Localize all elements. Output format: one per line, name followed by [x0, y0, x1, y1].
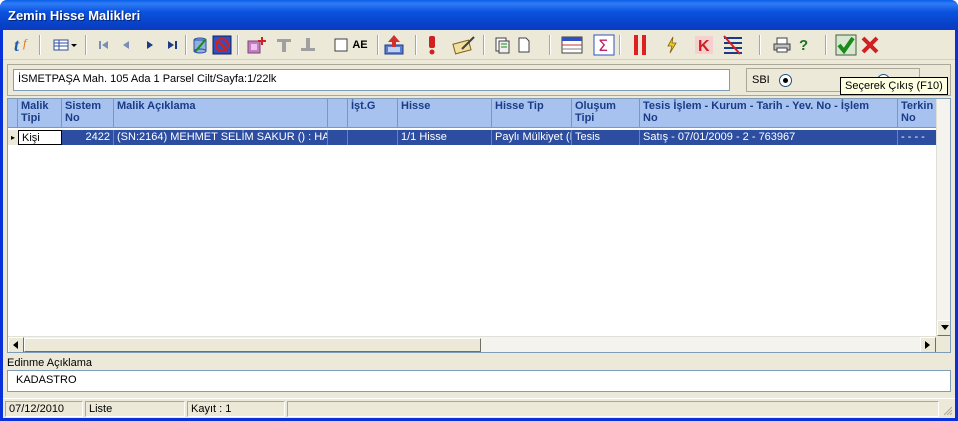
column-a-icon[interactable] [273, 34, 295, 56]
lightning-icon[interactable] [661, 34, 683, 56]
header-hisse-tip[interactable]: Hisse Tip [492, 99, 572, 128]
edit-icon[interactable] [451, 34, 477, 56]
header-hisse-label: Hisse [401, 100, 431, 112]
title-bar[interactable]: Zemin Hisse Malikleri [0, 0, 958, 30]
edinme-label: Edinme Açıklama [7, 357, 92, 369]
status-count: Kayıt : 1 [187, 401, 285, 417]
client-area: tf AE Σ K ? İSMETPAŞA Mah. 105 Ada 1 Par… [3, 30, 955, 418]
horizontal-scrollbar[interactable] [8, 336, 936, 352]
grid-menu-icon[interactable] [51, 34, 79, 56]
header-malik-tipi-label: Malik Tipi [21, 100, 49, 124]
database-icon[interactable] [189, 34, 211, 56]
cell-hisse-tip[interactable]: Paylı Mülkiyet (M [492, 130, 572, 145]
help-label: ? [799, 37, 808, 54]
page-icon[interactable] [513, 34, 535, 56]
header-hisse[interactable]: Hisse [398, 99, 492, 128]
parcel-panel: İSMETPAŞA Mah. 105 Ada 1 Parsel Cilt/Say… [7, 64, 951, 96]
first-record-icon[interactable] [93, 34, 115, 56]
column-b-icon[interactable] [297, 34, 319, 56]
status-empty-panel [287, 401, 939, 417]
cell-blank[interactable] [328, 130, 348, 145]
main-window: Zemin Hisse Malikleri tf AE Σ K ? İSMETP… [0, 0, 958, 421]
status-date: 07/12/2010 [5, 401, 83, 417]
vertical-scrollbar[interactable] [936, 99, 950, 336]
prev-record-icon[interactable] [115, 34, 137, 56]
owners-grid[interactable]: Malik Tipi Sistem No Malik Açıklama İşt.… [7, 98, 951, 353]
cell-malik-aciklama[interactable]: (SN:2164) MEHMET SELİM SAKUR () : HAC [114, 130, 328, 145]
status-mode: Liste [85, 401, 185, 417]
next-record-icon[interactable] [139, 34, 161, 56]
header-sistem-no-label: Sistem No [65, 100, 102, 124]
grid-header: Malik Tipi Sistem No Malik Açıklama İşt.… [8, 99, 936, 128]
ae-label: AE [352, 39, 368, 51]
scroll-left-button[interactable] [8, 337, 24, 352]
window-title: Zemin Hisse Malikleri [8, 8, 141, 23]
cell-hisse[interactable]: 1/1 Hisse [398, 130, 492, 145]
cell-istg[interactable] [348, 130, 398, 145]
edinme-field[interactable]: KADASTRO [7, 370, 951, 392]
header-sistem-no[interactable]: Sistem No [62, 99, 114, 128]
header-malik-tipi[interactable]: Malik Tipi [18, 99, 62, 128]
alert-icon[interactable] [421, 34, 443, 56]
cell-sistem-no[interactable]: 2422 [62, 130, 114, 145]
cell-olusum-tipi[interactable]: Tesis [572, 130, 640, 145]
cell-malik-tipi[interactable]: Kişi [18, 130, 62, 145]
header-olusum-tipi[interactable]: Oluşum Tipi [572, 99, 640, 128]
header-istg[interactable]: İşt.G [348, 99, 398, 128]
header-malik-aciklama-label: Malik Açıklama [117, 100, 196, 112]
sbi-radio[interactable] [779, 74, 792, 87]
header-olusum-tipi-label: Oluşum Tipi [575, 100, 616, 124]
header-tesis-islem-label: Tesis İşlem - Kurum - Tarih - Yev. No - … [643, 100, 869, 124]
status-bar: 07/12/2010 Liste Kayıt : 1 [3, 398, 955, 418]
header-malik-aciklama[interactable]: Malik Açıklama [114, 99, 328, 128]
k-report-icon[interactable]: K [693, 34, 715, 56]
checkbox-ae-icon[interactable]: AE [329, 34, 373, 56]
copy-icon[interactable] [491, 34, 513, 56]
toolbar: tf AE Σ K ? [3, 30, 955, 60]
header-indicator [8, 99, 18, 128]
print-icon[interactable] [771, 34, 793, 56]
header-terkin-no[interactable]: Terkin No [898, 99, 936, 128]
table-icon[interactable] [559, 34, 585, 56]
sum-icon[interactable]: Σ [593, 34, 615, 56]
no-entry-icon[interactable] [211, 34, 233, 56]
row-indicator-icon: ▸ [8, 130, 18, 145]
logo-icon[interactable]: tf [11, 34, 35, 56]
confirm-icon[interactable] [835, 34, 857, 56]
k-label: K [698, 38, 710, 55]
header-terkin-no-label: Terkin No [901, 100, 934, 124]
scroll-right-button[interactable] [920, 337, 936, 352]
header-tesis-islem[interactable]: Tesis İşlem - Kurum - Tarih - Yev. No - … [640, 99, 898, 128]
header-blank[interactable] [328, 99, 348, 128]
upload-icon[interactable] [381, 34, 407, 56]
last-record-icon[interactable] [161, 34, 183, 56]
header-hisse-tip-label: Hisse Tip [495, 100, 544, 112]
scroll-down-button[interactable] [937, 320, 950, 336]
cell-tesis-islem[interactable]: Satış - 07/01/2009 - 2 - 763967 [640, 130, 898, 145]
tooltip: Seçerek Çıkış (F10) [840, 77, 948, 95]
resize-grip-icon[interactable] [941, 404, 953, 416]
svg-text:f: f [23, 36, 28, 50]
list-filter-icon[interactable] [719, 34, 747, 56]
header-istg-label: İşt.G [351, 100, 376, 112]
sbi-label: SBI [752, 74, 770, 86]
cell-terkin-no[interactable]: - - - - [898, 130, 936, 145]
table-row[interactable]: Kişi 2422 (SN:2164) MEHMET SELİM SAKUR (… [18, 130, 936, 145]
parcel-info-field[interactable]: İSMETPAŞA Mah. 105 Ada 1 Parsel Cilt/Say… [13, 69, 730, 91]
add-column-icon[interactable] [245, 34, 267, 56]
pause-icon[interactable] [629, 34, 651, 56]
svg-text:t: t [14, 35, 20, 55]
scrollbar-corner [936, 336, 950, 352]
help-icon[interactable]: ? [793, 34, 815, 56]
cancel-icon[interactable] [859, 34, 881, 56]
horizontal-scroll-thumb[interactable] [24, 338, 481, 352]
sum-label: Σ [598, 36, 608, 55]
